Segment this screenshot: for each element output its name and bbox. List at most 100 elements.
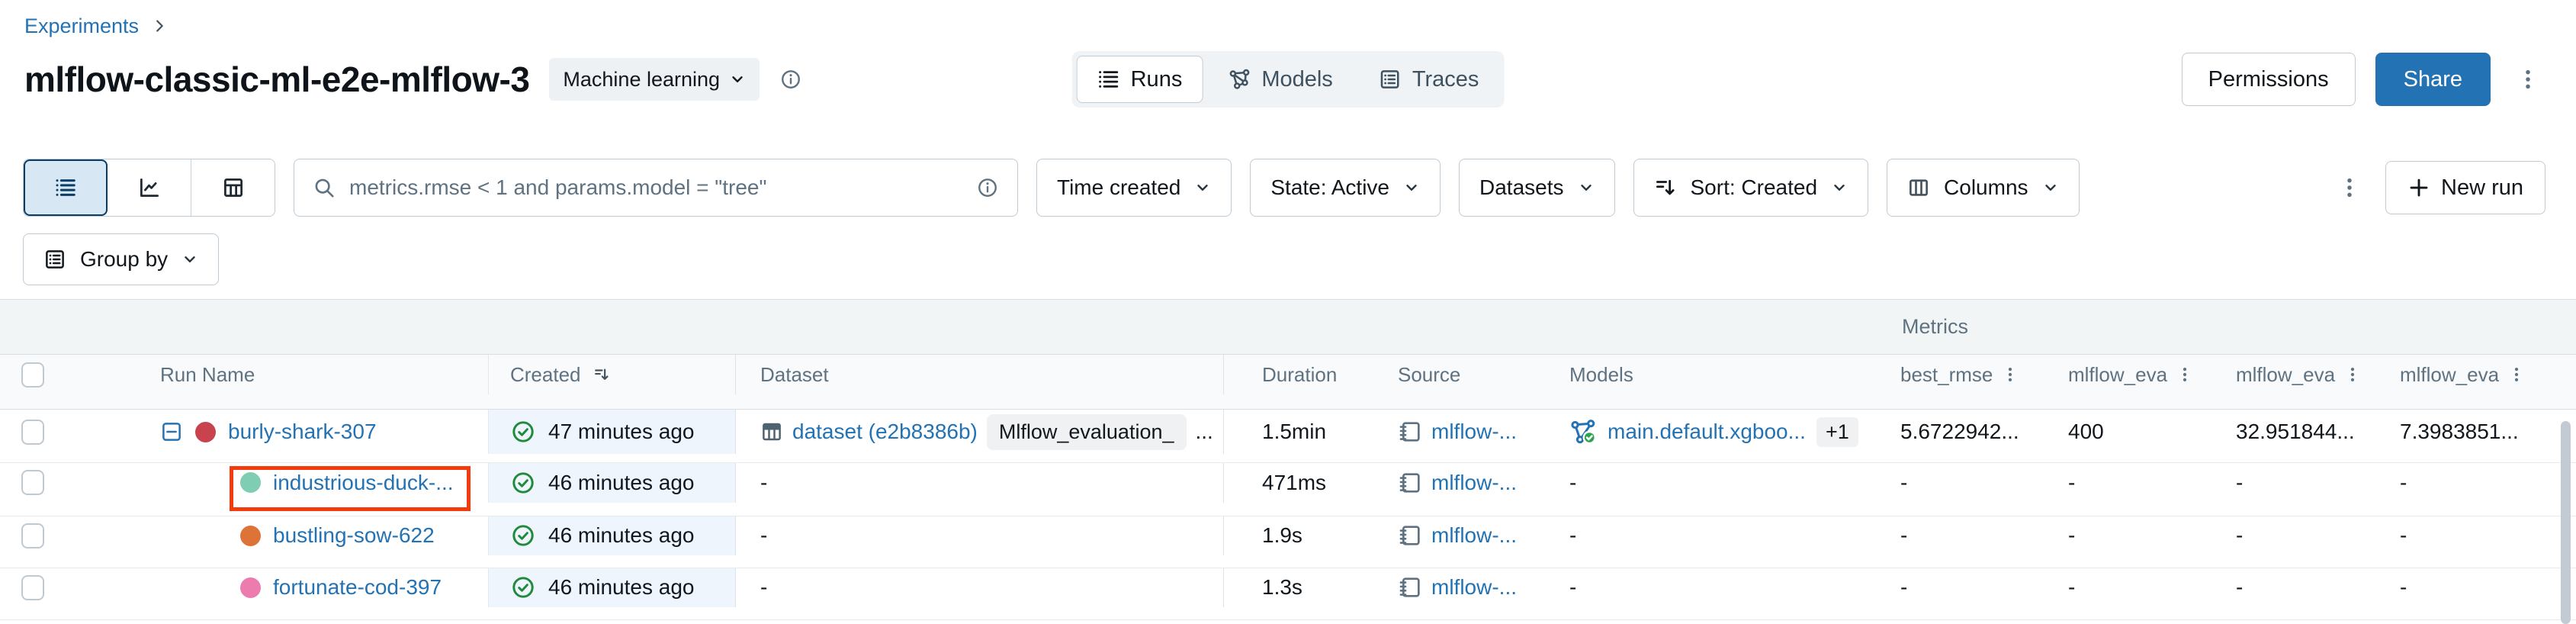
- column-header-mlflow-eva-3[interactable]: mlflow_eva: [2391, 355, 2576, 394]
- metric-mlflow-eva-2: -: [2227, 568, 2391, 607]
- mlflow-experiment-page: Experiments mlflow-classic-ml-e2e-mlflow…: [0, 0, 2576, 624]
- datasets-filter[interactable]: Datasets: [1459, 159, 1615, 217]
- more-models-badge[interactable]: +1: [1816, 417, 1858, 447]
- notebook-icon: [1398, 575, 1422, 600]
- run-name-link[interactable]: fortunate-cod-397: [273, 575, 442, 600]
- collapse-run-icon[interactable]: [160, 420, 183, 443]
- new-run-button[interactable]: New run: [2385, 161, 2545, 214]
- dataset-table-icon: [760, 420, 783, 443]
- page-title: mlflow-classic-ml-e2e-mlflow-3: [24, 59, 529, 100]
- more-actions-kebab-icon[interactable]: [2510, 62, 2545, 97]
- run-finished-check-icon: [510, 574, 536, 600]
- tab-traces[interactable]: Traces: [1358, 56, 1500, 103]
- run-status-dot: [240, 577, 261, 598]
- source-notebook-link[interactable]: mlflow-...: [1431, 523, 1517, 548]
- column-header-dataset[interactable]: Dataset: [736, 355, 1224, 394]
- column-header-mlflow-eva-2[interactable]: mlflow_eva: [2227, 355, 2391, 394]
- table-header-row: Run Name Created Dataset Duration Source…: [0, 355, 2576, 410]
- metric-column-kebab-icon[interactable]: [2343, 365, 2362, 384]
- metric-best-rmse: -: [1891, 568, 2059, 607]
- vertical-scrollbar-thumb[interactable]: [2561, 421, 2571, 624]
- run-finished-check-icon: [510, 419, 536, 445]
- group-by-icon: [43, 248, 66, 271]
- column-header-models[interactable]: Models: [1563, 355, 1891, 394]
- run-name-link[interactable]: burly-shark-307: [228, 420, 377, 444]
- models-graph-icon: [1228, 68, 1251, 91]
- permissions-button[interactable]: Permissions: [2182, 53, 2356, 106]
- dataset-tag[interactable]: Mlflow_evaluation_: [987, 414, 1187, 450]
- experiment-type-tag[interactable]: Machine learning: [549, 58, 760, 101]
- run-duration: 1.3s: [1224, 568, 1392, 607]
- source-notebook-link[interactable]: mlflow-...: [1431, 575, 1517, 600]
- metric-mlflow-eva-2: -: [2227, 516, 2391, 555]
- column-header-mlflow-eva-1[interactable]: mlflow_eva: [2059, 355, 2227, 394]
- plus-icon: [2407, 176, 2430, 199]
- metric-mlflow-eva-2: 32.951844...: [2227, 410, 2391, 454]
- chevron-down-icon: [729, 71, 746, 88]
- metric-mlflow-eva-3: -: [2391, 463, 2576, 503]
- runs-table: Metrics Run Name Created Dataset Duratio…: [0, 299, 2576, 620]
- search-info-icon[interactable]: [976, 176, 999, 199]
- sort-dropdown[interactable]: Sort: Created: [1633, 159, 1869, 217]
- column-header-best-rmse[interactable]: best_rmse: [1891, 355, 2059, 394]
- dataset-link[interactable]: dataset (e2b8386b): [792, 420, 978, 444]
- metric-mlflow-eva-1: 400: [2059, 410, 2227, 454]
- source-notebook-link[interactable]: mlflow-...: [1431, 420, 1517, 444]
- chevron-down-icon: [1194, 179, 1211, 196]
- run-name-link[interactable]: industrious-duck-...: [273, 471, 454, 495]
- info-icon[interactable]: [779, 68, 802, 91]
- row-checkbox[interactable]: [21, 470, 44, 495]
- group-by-button[interactable]: Group by: [23, 233, 219, 285]
- toolbar-kebab-icon[interactable]: [2332, 170, 2367, 205]
- breadcrumb-experiments-link[interactable]: Experiments: [24, 14, 139, 38]
- created-time: 46 minutes ago: [548, 523, 694, 548]
- models-empty: -: [1563, 568, 1891, 607]
- column-header-created[interactable]: Created: [488, 355, 736, 394]
- traces-list-icon: [1379, 68, 1402, 91]
- column-header-duration[interactable]: Duration: [1224, 355, 1392, 394]
- column-header-run-name[interactable]: Run Name: [76, 355, 488, 394]
- select-all-checkbox[interactable]: [21, 362, 44, 388]
- metric-column-kebab-icon[interactable]: [2000, 365, 2020, 384]
- models-empty: -: [1563, 516, 1891, 555]
- dataset-empty: -: [736, 463, 1224, 503]
- model-link[interactable]: main.default.xgboo...: [1608, 420, 1806, 444]
- run-name-link[interactable]: bustling-sow-622: [273, 523, 435, 548]
- metric-column-kebab-icon[interactable]: [2507, 365, 2526, 384]
- metric-mlflow-eva-1: -: [2059, 568, 2227, 607]
- tab-runs[interactable]: Runs: [1077, 56, 1203, 103]
- tab-models[interactable]: Models: [1207, 56, 1354, 103]
- chevron-down-icon: [1578, 179, 1595, 196]
- columns-dropdown[interactable]: Columns: [1887, 159, 2079, 217]
- metric-column-kebab-icon[interactable]: [2175, 365, 2195, 384]
- tab-models-label: Models: [1261, 67, 1333, 92]
- chevron-down-icon: [1403, 179, 1420, 196]
- run-status-dot: [240, 472, 261, 493]
- run-finished-check-icon: [510, 470, 536, 496]
- notebook-icon: [1398, 523, 1422, 548]
- share-button[interactable]: Share: [2375, 53, 2491, 106]
- source-notebook-link[interactable]: mlflow-...: [1431, 471, 1517, 495]
- row-checkbox[interactable]: [21, 523, 44, 548]
- breadcrumb-chevron-icon: [151, 18, 168, 34]
- column-header-source[interactable]: Source: [1392, 355, 1563, 394]
- metric-mlflow-eva-3: -: [2391, 568, 2576, 607]
- row-checkbox[interactable]: [21, 575, 44, 600]
- search-input[interactable]: [349, 175, 962, 200]
- tab-traces-label: Traces: [1412, 67, 1479, 92]
- list-view-button[interactable]: [24, 159, 108, 216]
- columns-icon: [1907, 176, 1930, 199]
- table-row: industrious-duck-... 46 minutes ago - 47…: [0, 463, 2576, 516]
- metric-best-rmse: 5.6722942...: [1891, 410, 2059, 454]
- row-checkbox[interactable]: [21, 420, 44, 445]
- run-duration: 1.5min: [1224, 410, 1392, 454]
- metric-mlflow-eva-1: -: [2059, 516, 2227, 555]
- dataset-empty: -: [736, 516, 1224, 555]
- table-view-button[interactable]: [191, 159, 275, 216]
- state-filter[interactable]: State: Active: [1250, 159, 1441, 217]
- chart-view-button[interactable]: [108, 159, 191, 216]
- run-finished-check-icon: [510, 523, 536, 548]
- run-status-dot: [195, 422, 216, 442]
- models-empty: -: [1563, 463, 1891, 503]
- time-created-filter[interactable]: Time created: [1036, 159, 1232, 217]
